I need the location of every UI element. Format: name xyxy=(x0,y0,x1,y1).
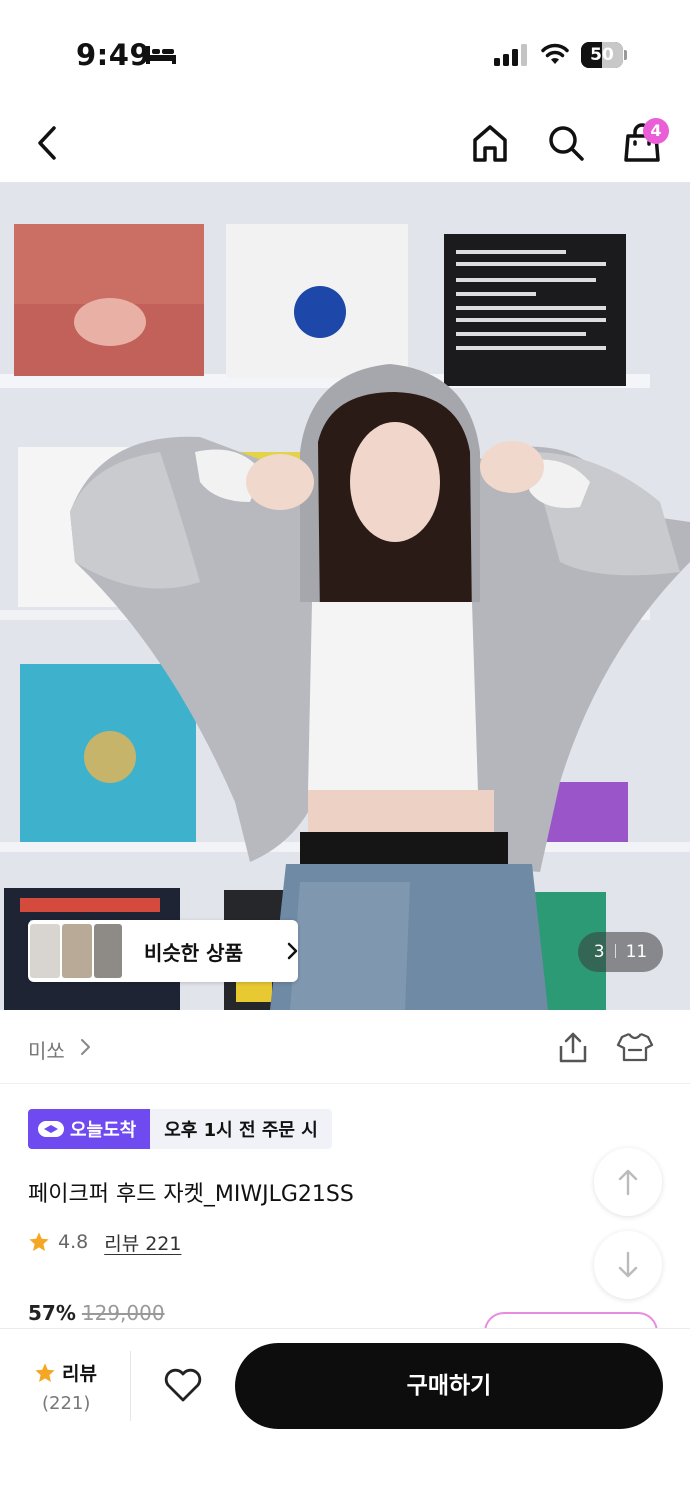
scroll-to-top-button[interactable] xyxy=(594,1148,662,1216)
battery-level: 50 xyxy=(590,45,614,65)
product-image-carousel[interactable] xyxy=(0,182,690,1010)
review-link[interactable]: 리뷰 221 xyxy=(104,1229,181,1256)
bottom-review-button[interactable]: 리뷰 (221) xyxy=(0,1355,130,1425)
chevron-right-icon xyxy=(287,942,298,960)
rating-row: 4.8 리뷰 221 xyxy=(28,1228,181,1256)
heart-icon[interactable] xyxy=(163,1367,203,1403)
bottom-action-bar: 리뷰 (221) 구매하기 xyxy=(0,1328,690,1500)
back-arrow-icon[interactable] xyxy=(28,120,68,166)
similar-products-button[interactable]: 비슷한 상품 xyxy=(28,920,298,982)
price-row: 57% 129,000 xyxy=(28,1298,165,1328)
star-icon xyxy=(29,1232,49,1251)
similar-products-label: 비슷한 상품 xyxy=(144,941,243,965)
wifi-icon xyxy=(541,43,569,64)
product-photo xyxy=(0,182,690,1010)
status-time: 9:49 xyxy=(76,38,151,72)
status-bar: 9:49 50 xyxy=(0,0,690,100)
home-icon[interactable] xyxy=(470,122,510,164)
share-icon[interactable] xyxy=(557,1030,589,1064)
star-icon xyxy=(35,1362,55,1382)
buy-button[interactable]: 구매하기 xyxy=(235,1343,663,1429)
arrow-up-icon xyxy=(618,1169,638,1196)
battery-icon: 50 xyxy=(581,42,627,68)
delivery-icon xyxy=(38,1121,64,1137)
rating-value: 4.8 xyxy=(58,1231,89,1253)
product-title: 페이크퍼 후드 자켓_MIWJLG21SS xyxy=(28,1182,354,1207)
fitting-icon[interactable] xyxy=(616,1030,654,1064)
image-counter: 3 11 xyxy=(578,932,663,972)
image-current-index: 3 xyxy=(593,942,605,962)
original-price: 129,000 xyxy=(81,1301,165,1325)
delivery-note: 오후 1시 전 주문 시 xyxy=(150,1109,332,1149)
discount-rate: 57% xyxy=(28,1301,76,1325)
cart-count-badge: 4 xyxy=(643,118,669,144)
scroll-to-bottom-button[interactable] xyxy=(594,1231,662,1299)
divider xyxy=(130,1351,131,1421)
similar-thumb-2 xyxy=(62,924,92,978)
today-delivery-badge: 오늘도착 xyxy=(28,1109,151,1149)
signal-icon xyxy=(494,44,527,66)
similar-thumb-3 xyxy=(94,924,122,978)
bottom-review-count: (221) xyxy=(42,1393,91,1414)
brand-link[interactable]: 미쏘 xyxy=(28,1035,65,1064)
similar-thumb-1 xyxy=(30,924,60,978)
image-total-count: 11 xyxy=(625,942,648,962)
arrow-down-icon xyxy=(618,1251,638,1278)
bottom-review-label: 리뷰 xyxy=(62,1363,97,1385)
search-icon[interactable] xyxy=(545,122,587,164)
top-nav-bar xyxy=(0,100,690,182)
brand-row: 미쏘 xyxy=(0,1010,690,1084)
bed-icon xyxy=(146,46,176,64)
today-delivery-label: 오늘도착 xyxy=(70,1120,137,1141)
chevron-right-icon xyxy=(81,1039,90,1055)
delivery-tag: 오늘도착 오후 1시 전 주문 시 xyxy=(28,1109,332,1149)
